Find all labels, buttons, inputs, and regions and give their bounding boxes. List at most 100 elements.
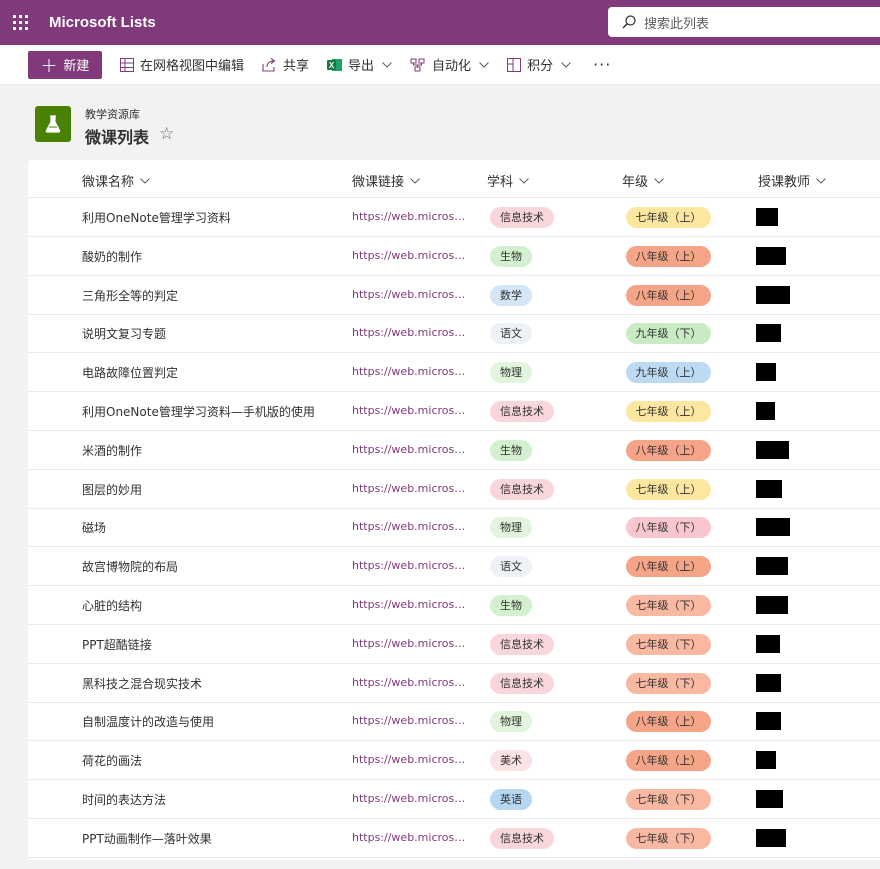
- row-title[interactable]: 三角形全等的判定: [82, 287, 178, 304]
- grade-pill: 七年级（上）: [626, 207, 711, 228]
- excel-icon: X: [327, 58, 343, 72]
- column-header-link[interactable]: 微课链接: [352, 171, 420, 190]
- row-link[interactable]: https://web.microsoftstream.com: [352, 676, 470, 689]
- grade-pill: 八年级（上）: [626, 711, 711, 733]
- row-title[interactable]: 图层的妙用: [82, 481, 142, 498]
- export-button[interactable]: X 导出: [327, 51, 392, 79]
- subject-pill: 物理: [490, 517, 532, 539]
- new-button[interactable]: + 新建: [28, 50, 102, 79]
- teacher-redacted: [756, 246, 786, 265]
- table-row[interactable]: 荷花的画法 https://web.microsoftstream.com 美术 八年…: [28, 741, 880, 781]
- table-row[interactable]: 说明文复习专题 https://web.microsoftstream.com 语文…: [28, 314, 880, 354]
- row-link[interactable]: https://web.microsoftstream.com: [352, 404, 470, 417]
- search-input[interactable]: 搜索此列表: [644, 13, 709, 32]
- row-title[interactable]: PPT超酷链接: [82, 636, 152, 653]
- row-title[interactable]: 米酒的制作: [82, 442, 142, 459]
- row-link[interactable]: https://web.microsoftstream.com: [352, 831, 470, 844]
- row-link[interactable]: https://web.microsoftstream.com: [352, 249, 470, 262]
- table-row[interactable]: 自制温度计的改造与使用 https://web.microsoftstream.c…: [28, 702, 880, 742]
- row-link[interactable]: https://web.microsoftstream.com: [352, 326, 470, 339]
- site-name[interactable]: 教学资源库: [85, 106, 140, 122]
- teacher-redacted: [756, 712, 781, 731]
- row-link[interactable]: https://web.microsoftstream.com: [352, 520, 470, 533]
- table-row[interactable]: 时间的表达方法 https://web.microsoftstream.com 英语…: [28, 780, 880, 819]
- row-title[interactable]: 酸奶的制作: [82, 248, 142, 265]
- grid-edit-button[interactable]: 在网格视图中编辑: [120, 51, 244, 79]
- table-row[interactable]: 磁场 https://web.microsoftstream.com 物理 八年级（下…: [28, 508, 880, 548]
- row-link[interactable]: https://web.microsoftstream.com: [352, 637, 470, 650]
- row-title[interactable]: 故宫博物院的布局: [82, 558, 178, 575]
- row-link[interactable]: https://web.microsoftstream.com: [352, 210, 470, 223]
- row-title[interactable]: 利用OneNote管理学习资料: [82, 209, 231, 226]
- share-button[interactable]: 共享: [262, 51, 309, 79]
- teacher-redacted: [756, 479, 782, 498]
- grade-pill: 九年级（下）: [626, 323, 711, 345]
- row-title[interactable]: 荷花的画法: [82, 752, 142, 769]
- row-link[interactable]: https://web.microsoftstream.com: [352, 288, 470, 301]
- table-row[interactable]: 利用OneNote管理学习资料 https://web.microsoftstre…: [28, 198, 880, 237]
- row-title[interactable]: 心脏的结构: [82, 597, 142, 614]
- row-link[interactable]: https://web.microsoftstream.com: [352, 753, 470, 766]
- table-row[interactable]: 酸奶的制作 https://web.microsoftstream.com 生物 八年…: [28, 237, 880, 276]
- export-label: 导出: [348, 59, 375, 74]
- column-header-subject[interactable]: 学科: [487, 171, 529, 190]
- subject-pill: 物理: [490, 362, 532, 384]
- subject-pill: 美术: [490, 750, 532, 772]
- favorite-star-icon[interactable]: ☆: [159, 124, 174, 144]
- table-row[interactable]: PPT动画制作—落叶效果 https://web.microsoftstream.…: [28, 819, 880, 858]
- row-link[interactable]: https://web.microsoftstream.com: [352, 792, 470, 805]
- row-title[interactable]: 电路故障位置判定: [82, 364, 178, 381]
- automate-button[interactable]: 自动化: [410, 51, 489, 79]
- row-title[interactable]: 自制温度计的改造与使用: [82, 713, 214, 730]
- teacher-redacted: [756, 518, 790, 537]
- more-button[interactable]: ···: [593, 55, 611, 74]
- row-title[interactable]: 磁场: [82, 519, 106, 536]
- waffle-icon[interactable]: [0, 0, 40, 45]
- table-row[interactable]: 故宫博物院的布局 https://web.microsoftstream.com 语…: [28, 547, 880, 587]
- row-link[interactable]: https://web.microsoftstream.com: [352, 714, 470, 727]
- grade-pill: 七年级（上）: [626, 478, 711, 500]
- subject-pill: 信息技术: [490, 633, 554, 655]
- table-row[interactable]: 图层的妙用 https://web.microsoftstream.com 信息技术…: [28, 470, 880, 509]
- chevron-down-icon: [519, 177, 529, 184]
- row-link[interactable]: https://web.microsoftstream.com: [352, 443, 470, 456]
- grade-pill: 八年级（上）: [626, 556, 711, 578]
- teacher-redacted: [756, 440, 789, 459]
- suite-bar: Microsoft Lists 搜索此列表: [0, 0, 880, 45]
- teacher-redacted: [756, 363, 776, 382]
- search-box[interactable]: 搜索此列表: [608, 7, 880, 37]
- table-row[interactable]: 三角形全等的判定 https://web.microsoftstream.com 数…: [28, 276, 880, 315]
- table-row[interactable]: 米酒的制作 https://web.microsoftstream.com 生物 八年…: [28, 431, 880, 470]
- app-name[interactable]: Microsoft Lists: [49, 14, 156, 31]
- column-header-teacher[interactable]: 授课教师: [758, 171, 826, 190]
- list-header: 教学资源库 微课列表 ☆: [0, 86, 880, 160]
- integrate-button[interactable]: 积分: [507, 51, 571, 79]
- row-title[interactable]: 利用OneNote管理学习资料—手机版的使用: [82, 403, 315, 420]
- column-header-label: 授课教师: [758, 175, 811, 190]
- table-row[interactable]: 黑科技之混合现实技术 https://web.microsoftstream.co…: [28, 664, 880, 703]
- subject-pill: 语文: [490, 323, 532, 345]
- column-header-grade[interactable]: 年级: [622, 171, 664, 190]
- row-link[interactable]: https://web.microsoftstream.com: [352, 482, 470, 495]
- chevron-down-icon: [561, 61, 571, 68]
- row-title[interactable]: PPT动画制作—落叶效果: [82, 830, 212, 847]
- table-row[interactable]: 电路故障位置判定 https://web.microsoftstream.com 物…: [28, 353, 880, 393]
- row-link[interactable]: https://web.microsoftstream.com: [352, 365, 470, 378]
- table-row[interactable]: 利用OneNote管理学习资料—手机版的使用 https://web.micros…: [28, 392, 880, 431]
- chevron-down-icon: [479, 61, 489, 68]
- grade-pill: 八年级（上）: [626, 439, 711, 461]
- row-title[interactable]: 黑科技之混合现实技术: [82, 675, 202, 692]
- table-row[interactable]: PPT超酷链接 https://web.microsoftstream.com 信息…: [28, 625, 880, 664]
- row-link[interactable]: https://web.microsoftstream.com: [352, 559, 470, 572]
- column-header-title[interactable]: 微课名称: [82, 171, 150, 190]
- row-title[interactable]: 时间的表达方法: [82, 791, 166, 808]
- row-title[interactable]: 说明文复习专题: [82, 325, 166, 342]
- teacher-redacted: [756, 402, 775, 420]
- row-link[interactable]: https://web.microsoftstream.com: [352, 598, 470, 611]
- grade-pill: 七年级（下）: [626, 789, 711, 810]
- subject-pill: 信息技术: [490, 478, 554, 500]
- list-grid: 微课名称 微课链接 学科 年级 授课教师 利用OneNote管理学习资料 http…: [28, 160, 880, 860]
- automate-label: 自动化: [432, 59, 472, 74]
- chevron-down-icon: [140, 177, 150, 184]
- table-row[interactable]: 心脏的结构 https://web.microsoftstream.com 生物 七年…: [28, 586, 880, 625]
